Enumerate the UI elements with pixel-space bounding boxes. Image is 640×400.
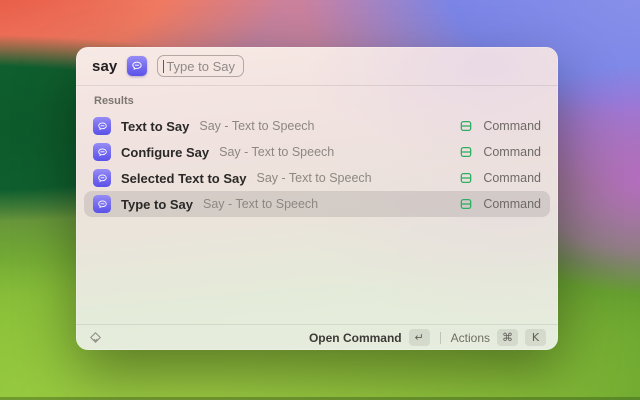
command-type-icon [458, 145, 473, 160]
launcher-window: say Type to Say Results Text to Say Say … [76, 47, 558, 350]
footer-divider [440, 332, 441, 344]
cmd-key-hint: ⌘ [497, 329, 518, 346]
say-app-icon [93, 117, 111, 135]
result-title: Selected Text to Say [121, 171, 246, 186]
result-subtitle: Say - Text to Speech [219, 145, 334, 159]
raycast-logo-icon [88, 330, 103, 345]
say-app-icon [127, 56, 147, 76]
speech-bubble-icon [97, 121, 108, 132]
command-type-icon [458, 119, 473, 134]
open-command-button[interactable]: Open Command [309, 331, 402, 345]
result-row-selected-text-to-say[interactable]: Selected Text to Say Say - Text to Speec… [84, 165, 550, 191]
results-section-label: Results [94, 95, 550, 107]
text-cursor [163, 60, 164, 73]
footer-action-bar: Open Command ↵ Actions ⌘ K [76, 324, 558, 350]
search-query-text[interactable]: say [92, 58, 117, 75]
result-title: Text to Say [121, 119, 189, 134]
argument-input[interactable]: Type to Say [157, 55, 244, 77]
say-app-icon [93, 143, 111, 161]
result-subtitle: Say - Text to Speech [256, 171, 371, 185]
result-type-label: Command [483, 171, 541, 185]
actions-button[interactable]: Actions [451, 331, 490, 345]
result-row-type-to-say-selected[interactable]: Type to Say Say - Text to Speech Command [84, 191, 550, 217]
k-key-hint: K [525, 329, 546, 346]
speech-bubble-icon [97, 147, 108, 158]
result-subtitle: Say - Text to Speech [203, 197, 318, 211]
result-type-label: Command [483, 197, 541, 211]
result-type-label: Command [483, 119, 541, 133]
speech-bubble-icon [97, 173, 108, 184]
result-row-configure-say[interactable]: Configure Say Say - Text to Speech Comma… [84, 139, 550, 165]
say-app-icon [93, 169, 111, 187]
speech-bubble-icon [131, 60, 143, 72]
command-type-icon [458, 197, 473, 212]
argument-placeholder: Type to Say [166, 59, 235, 74]
result-subtitle: Say - Text to Speech [199, 119, 314, 133]
result-type-label: Command [483, 145, 541, 159]
search-bar[interactable]: say Type to Say [76, 47, 558, 85]
speech-bubble-icon [97, 199, 108, 210]
result-title: Type to Say [121, 197, 193, 212]
command-type-icon [458, 171, 473, 186]
results-section: Results Text to Say Say - Text to Speech… [76, 86, 558, 217]
return-key-hint: ↵ [409, 329, 430, 346]
result-row-text-to-say[interactable]: Text to Say Say - Text to Speech Command [84, 113, 550, 139]
result-title: Configure Say [121, 145, 209, 160]
say-app-icon [93, 195, 111, 213]
empty-results-area [76, 217, 558, 324]
